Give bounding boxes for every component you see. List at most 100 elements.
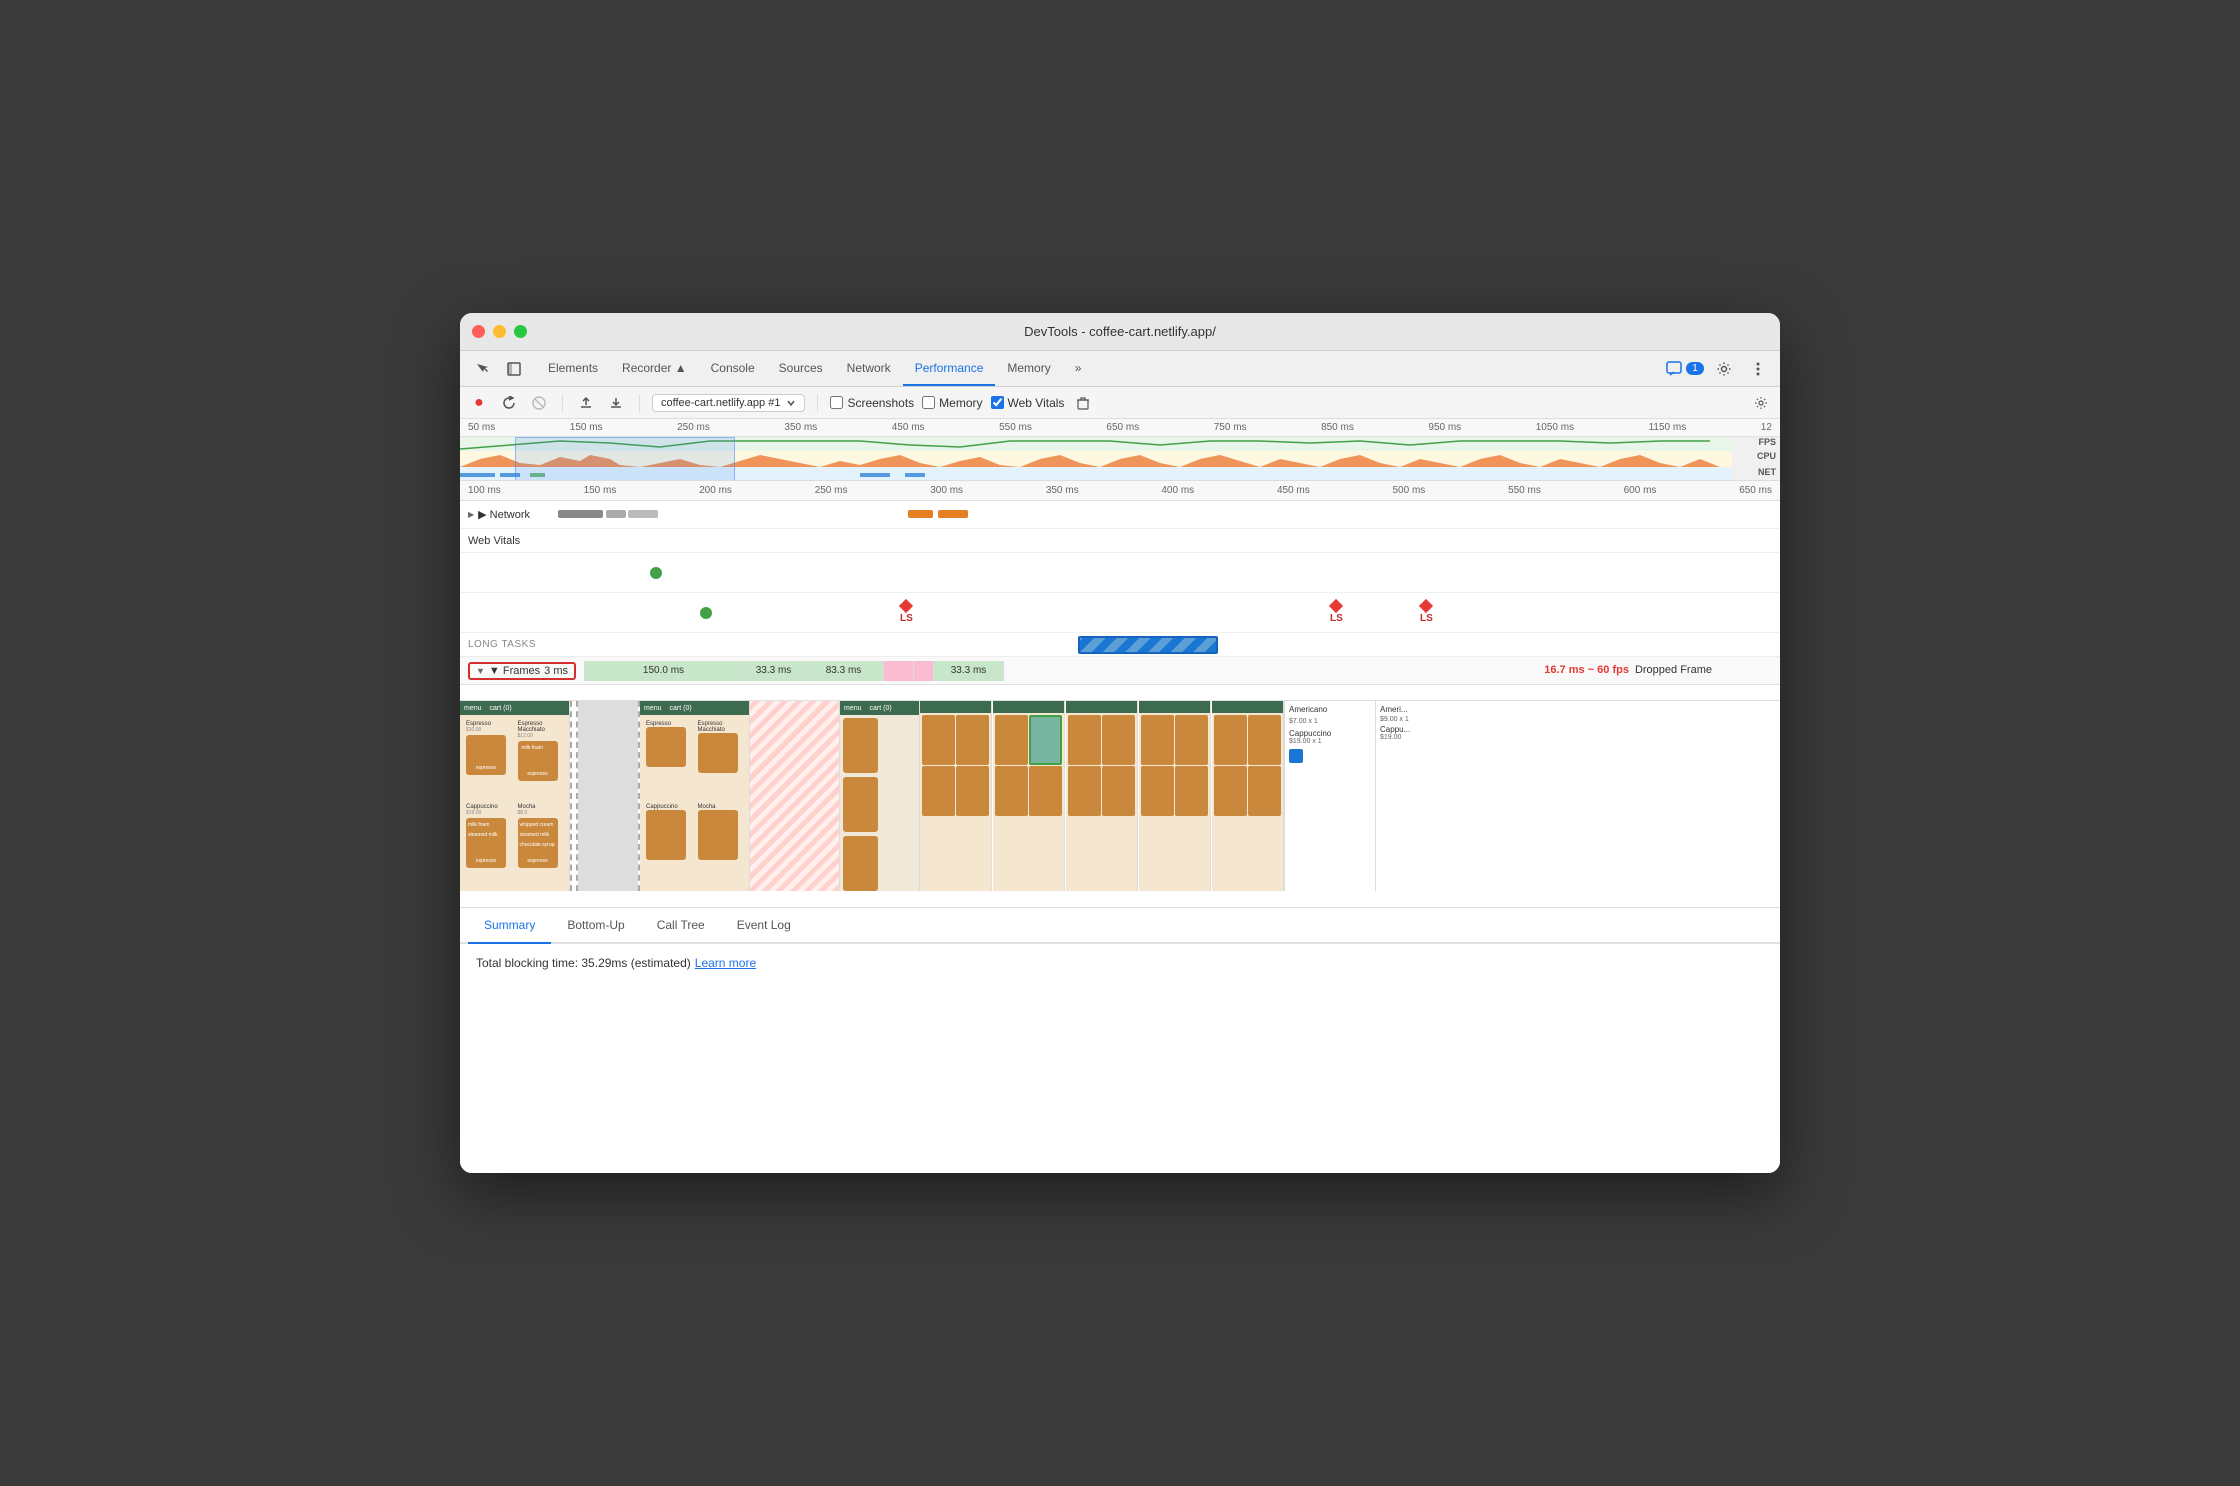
long-tasks-label: LONG TASKS (468, 639, 558, 650)
memory-input[interactable] (922, 396, 935, 409)
screenshot-6[interactable] (993, 701, 1065, 891)
close-button[interactable] (472, 325, 485, 338)
chat-button[interactable]: 1 (1666, 361, 1704, 377)
network-label[interactable]: ▶ ▶ Network (468, 508, 558, 521)
screenshot-hatched[interactable] (750, 701, 840, 891)
screenshot-7[interactable] (1066, 701, 1138, 891)
screenshots-area: menucart (0) Espresso$10.00espresso Espr… (460, 701, 1780, 908)
main-tabs: Elements Recorder ▲ Console Sources Netw… (536, 351, 1666, 386)
fps-label: FPS (1758, 437, 1776, 447)
upload-button[interactable] (575, 392, 597, 414)
reload-button[interactable] (498, 392, 520, 414)
record-button[interactable]: ● (468, 392, 490, 414)
tab-event-log[interactable]: Event Log (721, 908, 807, 944)
tab-bottom-up[interactable]: Bottom-Up (551, 908, 640, 944)
ls-marker-2: LS (1330, 601, 1343, 624)
ls-diamond-2 (1329, 599, 1343, 613)
web-vitals-checkbox[interactable]: Web Vitals (991, 396, 1065, 410)
blocking-time-text: Total blocking time: 35.29ms (estimated) (476, 956, 691, 970)
screenshot-3[interactable]: menucart (0) Espresso Espresso Macchiato… (640, 701, 750, 891)
ls-label-3: LS (1420, 613, 1433, 624)
screenshot-5[interactable] (920, 701, 992, 891)
timeline-detail: 100 ms 150 ms 200 ms 250 ms 300 ms 350 m… (460, 481, 1780, 701)
settings-icon[interactable] (1710, 355, 1738, 383)
network-bars (558, 505, 1772, 525)
trash-icon[interactable] (1072, 392, 1094, 414)
web-vitals-label-row: Web Vitals (460, 529, 1780, 553)
devtools-window: DevTools - coffee-cart.netlify.app/ Elem… (460, 313, 1780, 1173)
screenshot-2[interactable] (578, 701, 638, 891)
expand-icon[interactable]: ▶ (468, 510, 474, 519)
screenshot-4[interactable]: menucart (0) (840, 701, 920, 891)
dropped-frame-info: 16.7 ms ~ 60 fps Dropped Frame (1544, 664, 1712, 676)
frame-seg-2: 33.3 ms (744, 661, 804, 681)
separator-2 (639, 394, 640, 412)
tab-summary[interactable]: Summary (468, 908, 551, 944)
screenshot-1[interactable]: menucart (0) Espresso$10.00espresso Espr… (460, 701, 570, 891)
web-vitals-label: Web Vitals (468, 535, 558, 547)
overview-marks: 50 ms 150 ms 250 ms 350 ms 450 ms 550 ms… (468, 422, 1772, 433)
traffic-lights (472, 325, 527, 338)
memory-checkbox[interactable]: Memory (922, 396, 982, 410)
title-bar: DevTools - coffee-cart.netlify.app/ (460, 313, 1780, 351)
maximize-button[interactable] (514, 325, 527, 338)
profile-select[interactable]: coffee-cart.netlify.app #1 (652, 394, 805, 412)
more-options-icon[interactable] (1744, 355, 1772, 383)
performance-toolbar: ● coffee-cart.netlify.app #1 Screenshots… (460, 387, 1780, 419)
overview-bars: FPS CPU NET (460, 437, 1780, 481)
dropped-fps: 16.7 ms ~ 60 fps (1544, 664, 1629, 676)
separator-3 (817, 394, 818, 412)
timeline-overview[interactable]: 50 ms 150 ms 250 ms 350 ms 450 ms 550 ms… (460, 419, 1780, 481)
frames-label-box[interactable]: ▼ ▼ Frames 3 ms (468, 662, 576, 680)
screenshots-checkbox[interactable]: Screenshots (830, 396, 914, 410)
tab-memory[interactable]: Memory (995, 351, 1062, 386)
screenshot-8[interactable] (1139, 701, 1211, 891)
ls-marker-1: LS (900, 601, 913, 624)
tab-recorder[interactable]: Recorder ▲ (610, 351, 699, 386)
screenshot-9[interactable] (1212, 701, 1284, 891)
main-content: 50 ms 150 ms 250 ms 350 ms 450 ms 550 ms… (460, 419, 1780, 1173)
tab-elements[interactable]: Elements (536, 351, 610, 386)
timeline-selection[interactable] (515, 437, 735, 481)
main-ruler: 100 ms 150 ms 200 ms 250 ms 300 ms 350 m… (460, 481, 1780, 501)
screenshots-input[interactable] (830, 396, 843, 409)
separator-1 (562, 394, 563, 412)
expand-frames-icon[interactable]: ▼ (476, 666, 485, 676)
tab-console[interactable]: Console (699, 351, 767, 386)
ls-diamond-1 (899, 599, 913, 613)
cart-view-1[interactable]: Americano $7.00 x 1 Cappuccino $19.00 x … (1284, 701, 1374, 891)
long-tasks-row: LONG TASKS (460, 633, 1780, 657)
ls-marker-3: LS (1420, 601, 1433, 624)
notification-badge: 1 (1686, 362, 1704, 375)
tab-network[interactable]: Network (835, 351, 903, 386)
gear-icon[interactable] (1750, 392, 1772, 414)
minimize-button[interactable] (493, 325, 506, 338)
ls-diamond-3 (1419, 599, 1433, 613)
cart-thumbnails: Americano $7.00 x 1 Cappuccino $19.00 x … (1284, 701, 1465, 891)
cart-view-2[interactable]: Ameri... $9.00 x 1 Cappu... $19.00 (1375, 701, 1465, 891)
dropped-label: Dropped Frame (1635, 664, 1712, 676)
dot-area-row-1 (460, 553, 1780, 593)
web-vital-dot-2 (700, 607, 712, 619)
frames-bars: 150.0 ms 33.3 ms 83.3 ms 33.3 ms (584, 660, 1772, 682)
clear-button[interactable] (528, 392, 550, 414)
summary-text: Total blocking time: 35.29ms (estimated)… (476, 956, 1764, 970)
download-button[interactable] (605, 392, 627, 414)
ls-label-2: LS (1330, 613, 1343, 624)
dock-icon[interactable] (500, 355, 528, 383)
thumbnail-group (920, 701, 1284, 891)
summary-area: Total blocking time: 35.29ms (estimated)… (460, 944, 1780, 1174)
screenshots-strip: menucart (0) Espresso$10.00espresso Espr… (460, 701, 1780, 891)
tab-bar-right: 1 (1666, 351, 1772, 386)
tab-performance[interactable]: Performance (903, 351, 996, 386)
cpu-label: CPU (1757, 451, 1776, 461)
tab-sources[interactable]: Sources (767, 351, 835, 386)
tab-more[interactable]: » (1063, 351, 1094, 386)
cursor-icon[interactable] (468, 355, 496, 383)
learn-more-link[interactable]: Learn more (695, 956, 756, 970)
dot-area-row-2: LS LS LS (460, 593, 1780, 633)
tab-call-tree[interactable]: Call Tree (641, 908, 721, 944)
net-label: NET (1758, 467, 1776, 477)
ls-label-1: LS (900, 613, 913, 624)
web-vitals-input[interactable] (991, 396, 1004, 409)
